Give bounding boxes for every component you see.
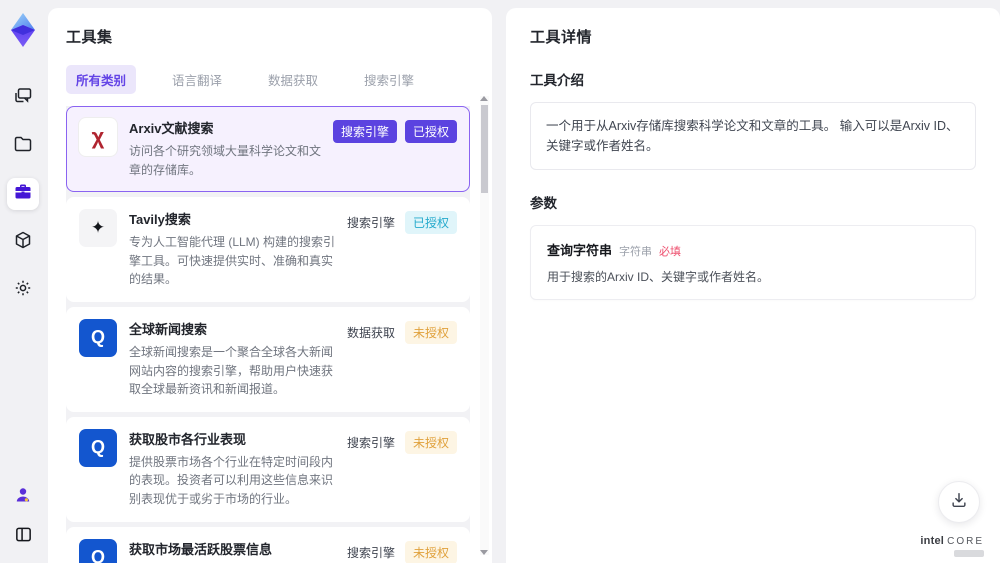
sidebar-item-chat[interactable] bbox=[7, 82, 39, 114]
arxiv-icon: χ bbox=[79, 118, 117, 156]
intel-core-logo: intel CORE bbox=[920, 535, 984, 557]
sidebar-item-tools[interactable] bbox=[7, 178, 39, 210]
scroll-down-icon[interactable] bbox=[480, 550, 488, 555]
chat-icon bbox=[13, 86, 33, 111]
intro-text-box: 一个用于从Arxiv存储库搜索科学论文和文章的工具。 输入可以是Arxiv ID… bbox=[530, 102, 976, 170]
auth-status-badge: 已授权 bbox=[404, 120, 457, 143]
category-badge: 数据获取 bbox=[346, 325, 395, 340]
panel-toggle-icon bbox=[14, 525, 33, 549]
sidebar-item-models[interactable] bbox=[7, 226, 39, 258]
tool-name: 获取市场最活跃股票信息 bbox=[129, 541, 273, 557]
param-name: 查询字符串 bbox=[547, 243, 613, 258]
brand-badge bbox=[954, 550, 984, 557]
user-icon bbox=[13, 485, 33, 510]
tool-name: Arxiv文献搜索 bbox=[129, 121, 214, 136]
category-badge: 搜索引擎 bbox=[332, 120, 397, 143]
tab-1[interactable]: 语言翻译 bbox=[162, 65, 232, 94]
blueq-icon: Q bbox=[79, 428, 117, 467]
tool-card[interactable]: χ Arxiv文献搜索访问各个研究领域大量科学论文和文章的存储库。 搜索引擎 已授权 bbox=[66, 106, 470, 193]
sidebar-item-settings[interactable] bbox=[7, 274, 39, 306]
tool-badges: 搜索引擎 未授权 bbox=[345, 430, 457, 509]
user-avatar-button[interactable] bbox=[7, 481, 39, 513]
blueq-icon: Q bbox=[79, 538, 117, 563]
tool-description: 专为人工智能代理 (LLM) 构建的搜索引擎工具。可快速提供实时、准确和真实的结… bbox=[129, 235, 336, 287]
brand-intel: intel bbox=[920, 535, 945, 547]
tool-badges: 搜索引擎 未授权 bbox=[345, 540, 457, 563]
tool-badges: 数据获取 未授权 bbox=[345, 320, 457, 399]
tool-card[interactable]: Q 获取股市各行业表现提供股票市场各个行业在特定时间段内的表现。投资者可以利用这些… bbox=[66, 416, 470, 522]
tool-badges: 搜索引擎 已授权 bbox=[332, 120, 457, 179]
tool-name: Tavily搜索 bbox=[129, 212, 191, 228]
param-description: 用于搜索的Arxiv ID、关键字或作者姓名。 bbox=[547, 270, 770, 284]
left-rail bbox=[0, 0, 46, 563]
tool-name: 全球新闻搜索 bbox=[129, 321, 208, 337]
scrollbar-thumb[interactable] bbox=[481, 105, 488, 193]
cube-icon bbox=[13, 230, 33, 255]
brand-core: CORE bbox=[947, 536, 984, 547]
category-badge: 搜索引擎 bbox=[346, 435, 395, 450]
scroll-up-icon[interactable] bbox=[480, 96, 488, 101]
tool-description: 全球新闻搜索是一个聚合全球各大新闻网站内容的搜索引擎，帮助用户快速获取全球最新资… bbox=[129, 344, 334, 397]
tool-name: 获取股市各行业表现 bbox=[129, 431, 247, 447]
auth-status-badge: 已授权 bbox=[404, 211, 457, 235]
tab-2[interactable]: 数据获取 bbox=[258, 65, 328, 94]
toolbox-icon bbox=[13, 182, 33, 207]
auth-status-badge: 未授权 bbox=[404, 320, 457, 344]
tool-detail-panel: 工具详情 工具介绍 一个用于从Arxiv存储库搜索科学论文和文章的工具。 输入可… bbox=[506, 8, 1000, 563]
param-type: 字符串 bbox=[619, 246, 653, 258]
tool-list: χ Arxiv文献搜索 访问各个研究领域大量科学论文和文章的存储库。 搜索引擎 已授权 ✦… bbox=[66, 106, 470, 563]
auth-status-badge: 未授权 bbox=[404, 540, 457, 563]
category-tabs: 所有类别 语言翻译 数据获取 搜索引擎 bbox=[66, 65, 470, 94]
tool-card[interactable]: ✦ Tavily搜索专为人工智能代理 (LLM) 构建的搜索引擎工具。可快速提供实… bbox=[66, 197, 470, 302]
download-button[interactable] bbox=[938, 481, 980, 523]
tool-description: 提供股票市场各个行业在特定时间段内的表现。投资者可以利用这些信息来识别表现优于或… bbox=[129, 454, 334, 506]
tool-card[interactable]: Q 全球新闻搜索全球新闻搜索是一个聚合全球各大新闻网站内容的搜索引擎，帮助用户快速… bbox=[66, 306, 470, 412]
auth-status-badge: 未授权 bbox=[404, 430, 457, 454]
param-required-badge: 必填 bbox=[659, 246, 682, 258]
category-badge: 搜索引擎 bbox=[346, 545, 395, 560]
category-badge: 搜索引擎 bbox=[346, 216, 395, 231]
tab-0[interactable]: 所有类别 bbox=[66, 65, 137, 94]
sidebar-item-files[interactable] bbox=[7, 130, 39, 162]
tool-card[interactable]: Q获取市场最活跃股票信息提供当天交易量最高的股票列表，投资者可以利用这些信息来识… bbox=[66, 526, 470, 563]
intro-heading: 工具介绍 bbox=[530, 73, 584, 88]
params-heading: 参数 bbox=[530, 196, 557, 211]
folder-icon bbox=[13, 134, 33, 159]
blueq-icon: Q bbox=[79, 318, 117, 357]
collapse-sidebar-button[interactable] bbox=[7, 521, 39, 553]
page-title: 工具集 bbox=[66, 29, 113, 46]
tools-panel: 工具集 所有类别 语言翻译 数据获取 搜索引擎 χ Arxiv文献搜索 访问各个研究领域大… bbox=[48, 8, 492, 563]
app-logo bbox=[6, 12, 40, 48]
tool-description: 访问各个研究领域大量科学论文和文章的存储库。 bbox=[129, 144, 322, 177]
tool-badges: 搜索引擎 已授权 bbox=[345, 211, 457, 289]
detail-title: 工具详情 bbox=[530, 29, 593, 46]
tools-scrollbar[interactable] bbox=[480, 96, 489, 555]
download-icon bbox=[950, 491, 968, 514]
tavily-icon: ✦ bbox=[79, 209, 117, 248]
param-card: 查询字符串 字符串 必填 用于搜索的Arxiv ID、关键字或作者姓名。 bbox=[530, 225, 976, 300]
gear-icon bbox=[13, 278, 33, 303]
tab-3[interactable]: 搜索引擎 bbox=[354, 65, 424, 94]
